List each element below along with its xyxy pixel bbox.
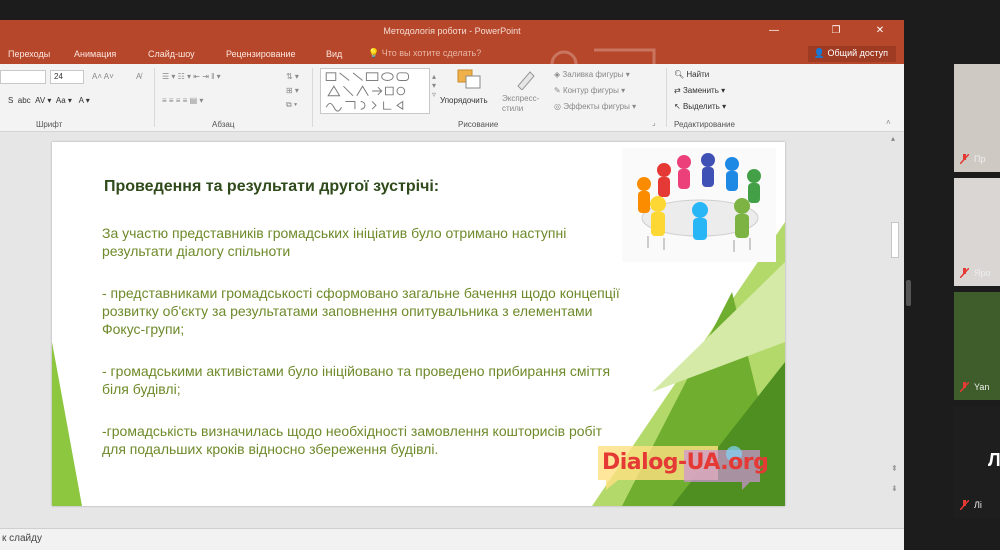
share-button[interactable]: 👤 Общий доступ (807, 46, 896, 62)
slide-title: Проведення та результати другої зустрічі… (104, 178, 440, 195)
screen: Методологія роботи - PowerPoint — ❐ ✕ Пе… (0, 0, 1000, 550)
muted-mic-icon (960, 382, 969, 392)
drawing-group-label: Рисование (458, 120, 499, 129)
restore-button[interactable]: ❐ (826, 24, 846, 38)
notes-pane[interactable]: к слайду (0, 528, 904, 550)
person-icon: 👤 (813, 48, 828, 58)
grow-font-icon[interactable]: A˄ A˅ (92, 72, 114, 81)
select-label: Выделить (682, 102, 720, 111)
people-around-table-icon (637, 153, 761, 252)
effects-icon: ◎ (554, 102, 564, 111)
meeting-illustration (622, 148, 776, 262)
participant-name: Лі (974, 500, 982, 510)
vertical-scrollbar[interactable]: ▴ ⇞ ⇟ (890, 132, 900, 512)
tab-animations[interactable]: Анимация (74, 49, 116, 59)
arrange-label: Упорядочить (440, 96, 488, 105)
shapes-gallery[interactable] (320, 68, 430, 114)
replace-icon: ⇄ (674, 86, 683, 95)
gallery-scroll-icon[interactable]: ▴ ▾ ▿ (432, 72, 436, 99)
quick-styles-button[interactable]: Экспресс-стили (502, 68, 548, 114)
participant-tile[interactable]: Яро (954, 178, 1000, 286)
dialog-launcher-icon[interactable]: ⌟ (652, 118, 656, 127)
scrollbar-thumb[interactable] (891, 222, 899, 258)
list-icons[interactable]: ☰ ▾ ☷ ▾ ⇤ ⇥ ‖ ▾ (162, 72, 221, 81)
muted-mic-icon (960, 154, 969, 164)
collapse-ribbon-icon[interactable]: ˄ (886, 118, 891, 127)
editing-group-label: Редактирование (674, 120, 735, 129)
prev-slide-icon[interactable]: ⇞ (891, 464, 898, 473)
scroll-up-icon[interactable]: ▴ (891, 134, 895, 143)
notes-placeholder: к слайду (2, 533, 42, 544)
participant-name: Yan (974, 382, 990, 392)
slide-paragraph: - громадськими активістами було ініційов… (102, 363, 611, 397)
participant-name: Пр (974, 154, 986, 164)
powerpoint-window: Методологія роботи - PowerPoint — ❐ ✕ Пе… (0, 20, 904, 550)
cursor-icon: ↖ (674, 102, 683, 111)
shape-effects-label: Эффекты фигуры (563, 102, 630, 111)
logo-text: Dialog-UA.org (602, 450, 769, 475)
find-button[interactable]: 🔍︎ Найти (674, 70, 709, 79)
shape-outline-button[interactable]: ✎ Контур фигуры ▾ (554, 86, 625, 95)
quick-styles-icon (517, 71, 535, 90)
slide[interactable]: Проведення та результати другої зустрічі… (52, 142, 785, 506)
align-icons[interactable]: ≡ ≡ ≡ ≡ ▤ ▾ (162, 96, 203, 105)
font-size-box[interactable]: 24 (50, 70, 84, 84)
search-placeholder: Что вы хотите сделать? (381, 48, 482, 58)
font-format-icons[interactable]: S abc AV ▾ Aa ▾ A ▾ (8, 96, 90, 105)
paragraph-group-label: Абзац (212, 120, 235, 129)
font-family-box[interactable] (0, 70, 46, 84)
smartart-icon[interactable]: ⧉ ▾ (286, 100, 297, 110)
separator (666, 68, 667, 127)
participant-name: Яро (974, 268, 991, 278)
separator (312, 68, 313, 127)
quick-styles-label: Экспресс-стили (502, 94, 540, 113)
minimize-button[interactable]: — (764, 24, 784, 38)
shape-outline-label: Контур фигуры (562, 86, 619, 95)
participant-initial: Л (988, 450, 1000, 470)
tab-view[interactable]: Вид (326, 49, 342, 59)
lightbulb-icon: 💡 (368, 48, 382, 58)
slide-paragraph: - представниками громадськості сформован… (102, 285, 620, 337)
select-button[interactable]: ↖ Выделить ▾ (674, 102, 726, 111)
muted-mic-icon (960, 500, 969, 510)
font-group-label: Шрифт (36, 120, 63, 129)
participant-tile[interactable]: Л Лі (954, 406, 1000, 518)
align-text-icon[interactable]: ⊞ ▾ (286, 86, 299, 95)
participant-tile[interactable]: Пр (954, 64, 1000, 172)
close-button[interactable]: ✕ (870, 24, 890, 38)
text-direction-icon[interactable]: ⇅ ▾ (286, 72, 299, 81)
clear-format-icon[interactable]: A̸ (136, 72, 141, 81)
muted-mic-icon (960, 268, 969, 278)
tab-slideshow[interactable]: Слайд-шоу (148, 49, 195, 59)
tab-transitions[interactable]: Переходы (8, 49, 50, 59)
tell-me-search[interactable]: 💡 Что вы хотите сделать? (368, 48, 481, 59)
title-bar: Методологія роботи - PowerPoint — ❐ ✕ (0, 20, 904, 44)
shape-fill-button[interactable]: ◈ Заливка фигуры ▾ (554, 70, 630, 79)
slide-paragraph: -громадськість визначилась щодо необхідн… (102, 423, 603, 457)
tab-review[interactable]: Рецензирование (226, 49, 296, 59)
shapes-icon (325, 72, 409, 112)
shape-fill-label: Заливка фигуры (562, 70, 624, 79)
slide-paragraph: За участю представників громадських ініц… (102, 225, 567, 259)
separator (154, 68, 155, 127)
ribbon-tabs: Переходы Анимация Слайд-шоу Рецензирован… (0, 44, 904, 88)
search-icon: 🔍︎ (674, 70, 687, 79)
replace-button[interactable]: ⇄ Заменить ▾ (674, 86, 725, 95)
shape-effects-button[interactable]: ◎ Эффекты фигуры ▾ (554, 102, 636, 111)
next-slide-icon[interactable]: ⇟ (891, 484, 898, 493)
slide-workspace: Проведення та результати другої зустрічі… (0, 132, 904, 528)
share-label: Общий доступ (827, 48, 888, 58)
participant-tile[interactable]: Yan (954, 292, 1000, 400)
find-label: Найти (686, 70, 710, 79)
dialog-ua-logo: Dialog-UA.org (594, 440, 769, 492)
arrange-icon (457, 69, 481, 89)
pen-icon: ✎ (554, 86, 563, 95)
panel-resize-handle[interactable] (906, 280, 911, 306)
participants-panel: Пр Яро Yan Л Лі (904, 0, 1000, 550)
ribbon: 24 A˄ A˅ A̸ S abc AV ▾ Aa ▾ A ▾ Шрифт ☰ … (0, 64, 904, 132)
arrange-button[interactable]: Упорядочить (440, 68, 500, 114)
replace-label: Заменить (682, 86, 719, 95)
